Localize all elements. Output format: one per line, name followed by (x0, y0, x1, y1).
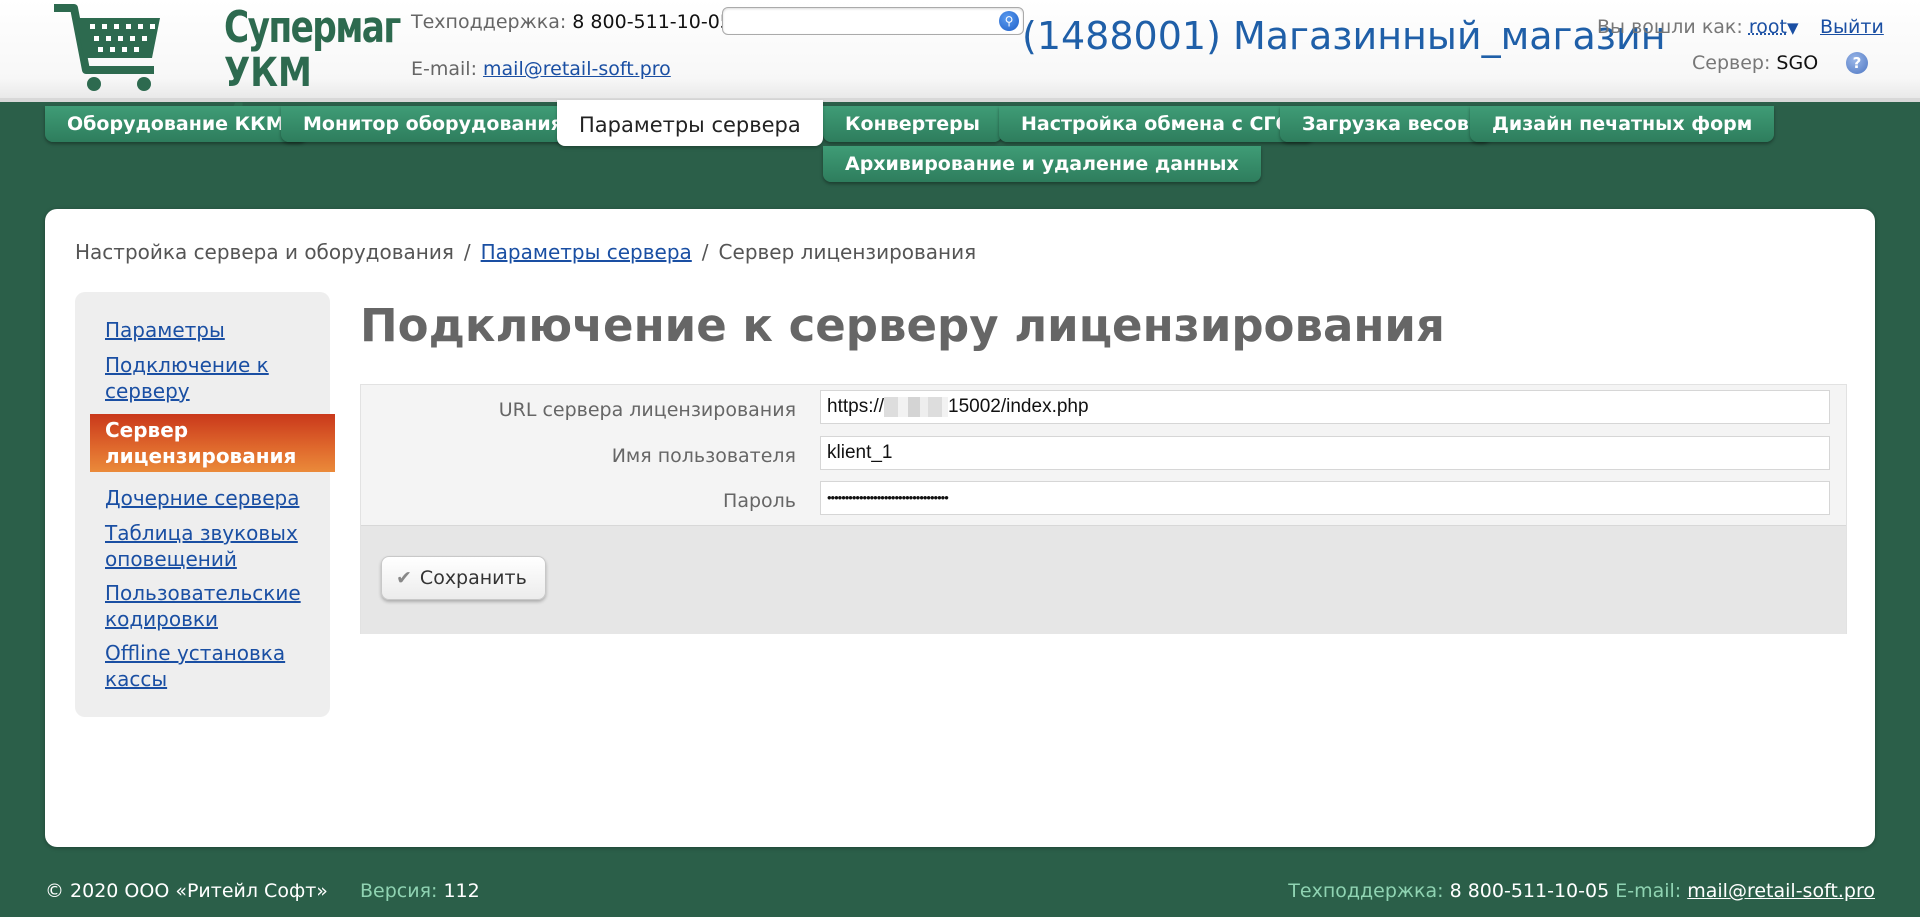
password-label: Пароль (723, 490, 796, 512)
support-phone: 8 800-511-10-05 (572, 11, 732, 33)
shopping-cart-icon (54, 4, 160, 91)
sidebar-item-license-server[interactable]: Сервер лицензирования (90, 414, 335, 472)
password-field[interactable]: •••••••••••••••••••••••••••••••••• (820, 481, 1830, 515)
url-value-prefix: https:// (827, 396, 885, 417)
user-menu[interactable]: root (1749, 16, 1787, 38)
breadcrumb-current: Сервер лицензирования (718, 240, 977, 264)
email-link[interactable]: mail@retail-soft.pro (483, 58, 671, 80)
breadcrumb-separator: / (463, 240, 471, 264)
checkmark-icon: ✔ (396, 567, 412, 589)
version-label: Версия: (360, 880, 438, 902)
store-title: (1488001) Магазинный_магазин (1022, 14, 1666, 58)
footer-email-label: E-mail: (1615, 880, 1682, 902)
email-label: E-mail: (411, 58, 477, 80)
form-actions: ✔ Сохранить (361, 525, 1846, 634)
help-icon[interactable]: ? (1846, 52, 1868, 74)
sidebar: Параметры Подключение к серверу Сервер л… (75, 292, 335, 717)
tab-converters[interactable]: Конвертеры (823, 106, 1002, 142)
footer-support: Техподдержка: 8 800-511-10-05 E-mail: ma… (1288, 880, 1875, 902)
logged-label: Вы вошли как: (1597, 16, 1743, 38)
url-field[interactable]: https:// 15002/index.php (820, 390, 1830, 424)
logged-in-as: Вы вошли как: root▼ (1597, 16, 1799, 38)
sidebar-item-server-connection[interactable]: Подключение к серверу (105, 352, 310, 404)
search-input[interactable]: ⚲ (722, 7, 1024, 35)
save-button-label: Сохранить (419, 567, 527, 589)
footer-copyright: © 2020 ООО «Ритейл Софт» (45, 880, 328, 902)
support-label: Техподдержка: (411, 11, 567, 33)
server-info: Сервер: SGO (1692, 52, 1818, 74)
server-name: SGO (1776, 52, 1819, 74)
page-title: Подключение к серверу лицензирования (360, 299, 1445, 352)
footer-support-label: Техподдержка: (1288, 880, 1444, 902)
content-panel: Настройка сервера и оборудования / Парамет… (45, 209, 1875, 847)
sidebar-item-custom-encodings[interactable]: Пользовательские кодировки (105, 580, 310, 632)
breadcrumb: Настройка сервера и оборудования / Парамет… (75, 240, 976, 264)
tab-kkm-equipment[interactable]: Оборудование ККМ (45, 106, 307, 142)
url-label: URL сервера лицензирования (498, 399, 796, 421)
tab-archiving[interactable]: Архивирование и удаление данных (823, 146, 1261, 182)
chevron-down-icon[interactable]: ▼ (1787, 19, 1799, 37)
header-support: Техподдержка: 8 800-511-10-05 (411, 11, 732, 33)
version-number: 112 (443, 880, 480, 902)
username-field[interactable]: klient_1 (820, 436, 1830, 470)
url-value-suffix: 15002/index.php (948, 396, 1089, 417)
header-email: E-mail: mail@retail-soft.pro (411, 58, 671, 80)
breadcrumb-parent-link[interactable]: Параметры сервера (481, 240, 692, 264)
sidebar-item-sound-alerts[interactable]: Таблица звуковых оповещений (105, 520, 310, 572)
footer-support-phone: 8 800-511-10-05 (1449, 880, 1610, 902)
tab-server-parameters[interactable]: Параметры сервера (557, 100, 823, 146)
sidebar-item-child-servers[interactable]: Дочерние сервера (105, 485, 310, 511)
logout-link[interactable]: Выйти (1820, 16, 1884, 38)
username-label: Имя пользователя (611, 445, 796, 467)
sidebar-item-parameters[interactable]: Параметры (105, 317, 310, 343)
search-icon[interactable]: ⚲ (999, 11, 1019, 31)
footer-version: Версия: 112 (360, 880, 480, 902)
server-label: Сервер: (1692, 52, 1771, 74)
breadcrumb-root: Настройка сервера и оборудования (75, 240, 454, 264)
tab-equipment-monitor[interactable]: Монитор оборудования (281, 106, 585, 142)
footer-email-link[interactable]: mail@retail-soft.pro (1687, 880, 1875, 902)
app-header: Супермаг УКМ 4 Техподдержка: 8 800-511-1… (0, 0, 1920, 142)
sidebar-item-offline-install[interactable]: Offline установка кассы (105, 640, 310, 692)
license-server-form: URL сервера лицензирования https:// 15002… (360, 384, 1847, 634)
save-button[interactable]: ✔ Сохранить (381, 556, 546, 600)
redacted-host (884, 396, 949, 417)
logo[interactable]: Супермаг УКМ 4 (52, 0, 401, 142)
tab-print-forms-design[interactable]: Дизайн печатных форм (1470, 106, 1775, 142)
tab-sgo-exchange[interactable]: Настройка обмена с СГО (999, 106, 1314, 142)
logo-title: Супермаг (224, 2, 401, 53)
breadcrumb-separator: / (701, 240, 709, 264)
tab-scales-loading[interactable]: Загрузка весов (1280, 106, 1491, 142)
